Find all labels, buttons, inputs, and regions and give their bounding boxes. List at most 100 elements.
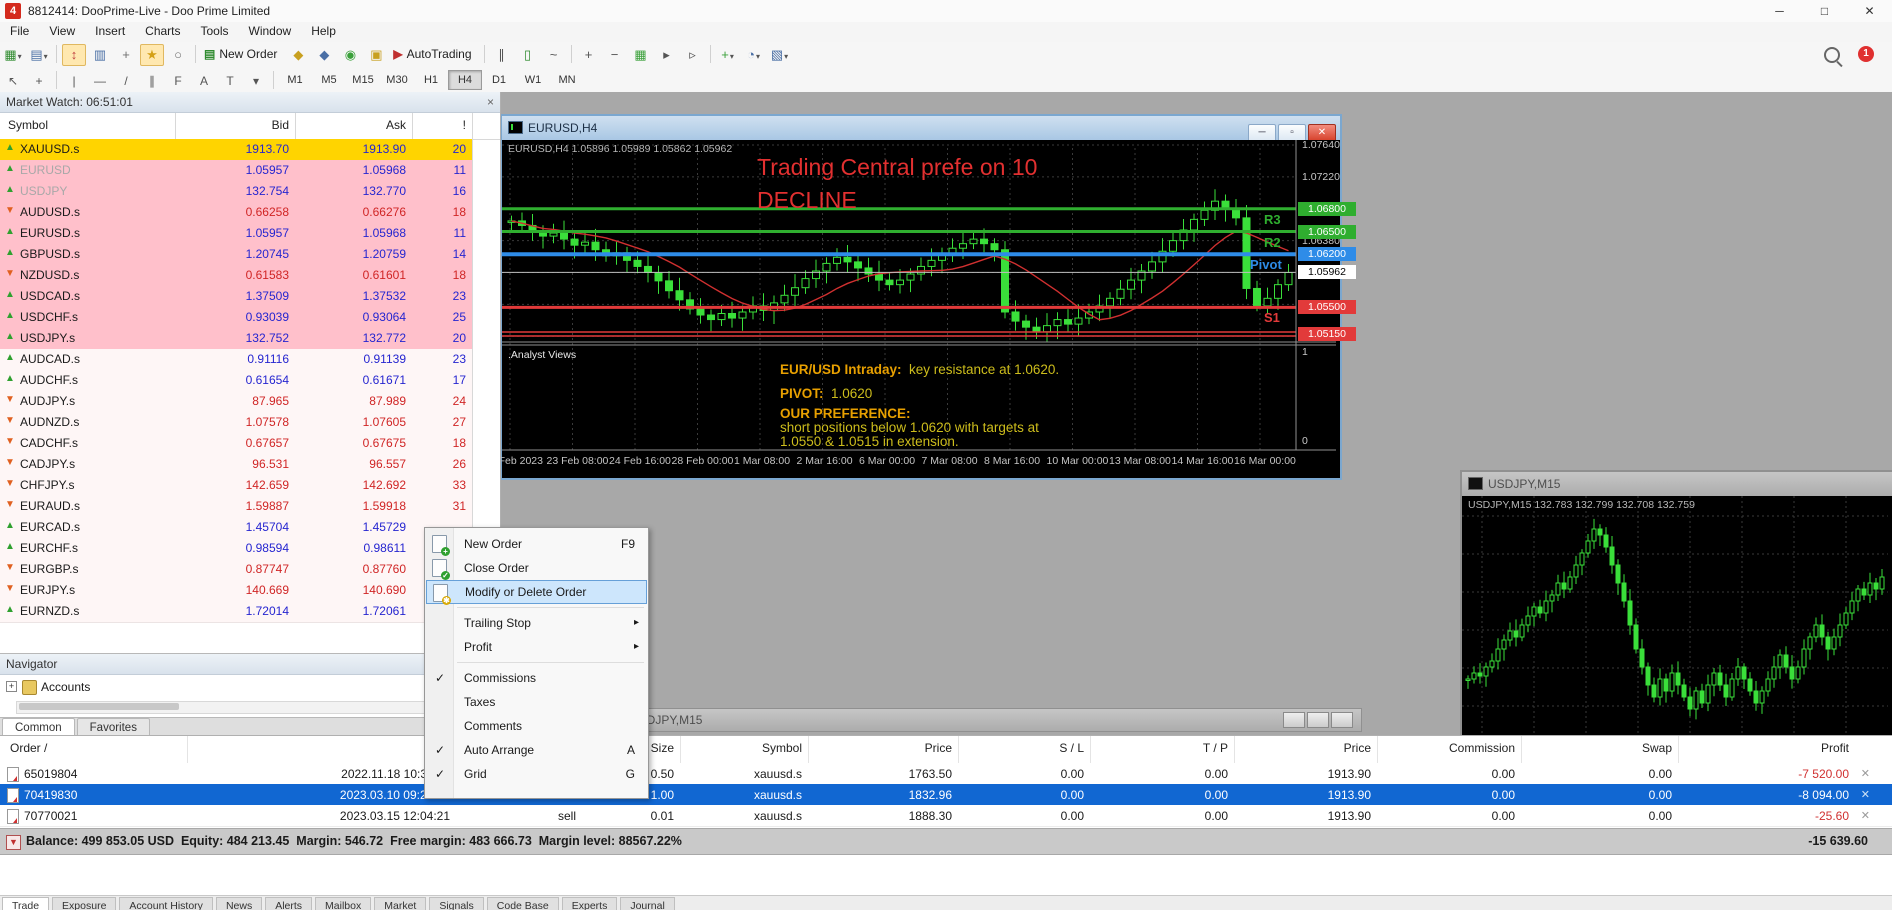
- market-watch-row-euraud.s[interactable]: ▼EURAUD.s1.598871.5991831: [0, 496, 472, 518]
- autotrading-button[interactable]: ▶AutoTrading: [391, 44, 477, 64]
- zoom-in-icon[interactable]: +: [577, 44, 601, 66]
- bar-chart-mode-icon[interactable]: ∥: [490, 44, 514, 66]
- column-header-commission[interactable]: Commission: [1449, 741, 1515, 755]
- context-item-comments[interactable]: Comments: [426, 714, 647, 738]
- market-watch-row-eurgbp.s[interactable]: ▼EURGBP.s0.877470.87760: [0, 559, 472, 581]
- context-item-grid[interactable]: ✓GridG: [426, 762, 647, 786]
- fibonacci-tool-icon[interactable]: F: [166, 70, 190, 92]
- context-item-auto-arrange[interactable]: ✓Auto ArrangeA: [426, 738, 647, 762]
- column-header-symbol[interactable]: Symbol: [762, 741, 802, 755]
- templates-icon[interactable]: ▧▾: [768, 44, 792, 66]
- options-icon[interactable]: ▣: [364, 44, 388, 66]
- shapes-dropdown-icon[interactable]: ▾: [244, 70, 268, 92]
- market-watch-row-eurusd[interactable]: ▲EURUSD1.059571.0596811: [0, 160, 472, 182]
- market-watch-row-audcad.s[interactable]: ▲AUDCAD.s0.911160.9113923: [0, 349, 472, 371]
- menu-insert[interactable]: Insert: [85, 22, 135, 40]
- horizontal-line-tool-icon[interactable]: —: [88, 70, 112, 92]
- line-chart-mode-icon[interactable]: ~: [542, 44, 566, 66]
- periods-icon[interactable]: ◔▾: [742, 44, 766, 66]
- maximize-button[interactable]: □: [1802, 0, 1847, 22]
- market-watch-titlebar[interactable]: Market Watch: 06:51:01 ×: [0, 92, 500, 113]
- auto-scroll-icon[interactable]: ▸: [655, 44, 679, 66]
- timeframe-h1[interactable]: H1: [414, 70, 448, 90]
- context-item-close-order[interactable]: ✓Close Order: [426, 556, 647, 580]
- profiles-icon[interactable]: ▤▾: [27, 44, 51, 66]
- new-order-button[interactable]: ▤New Order: [202, 44, 283, 64]
- usdjpy-window-titlebar[interactable]: USDJPY,M15: [1462, 472, 1892, 496]
- column-header-price[interactable]: Price: [1344, 741, 1371, 755]
- timeframe-m30[interactable]: M30: [380, 70, 414, 90]
- close-icon[interactable]: ×: [487, 95, 494, 109]
- timeframe-w1[interactable]: W1: [516, 70, 550, 90]
- market-watch-row-eurchf.s[interactable]: ▲EURCHF.s0.985940.98611: [0, 538, 472, 560]
- context-item-commissions[interactable]: ✓Commissions: [426, 666, 647, 690]
- minimize-button[interactable]: ─: [1757, 0, 1802, 22]
- timeframe-m1[interactable]: M1: [278, 70, 312, 90]
- market-watch-row-chfjpy.s[interactable]: ▼CHFJPY.s142.659142.69233: [0, 475, 472, 497]
- window-restore-button[interactable]: [1307, 712, 1329, 728]
- market-watch-row-audchf.s[interactable]: ▲AUDCHF.s0.616540.6167117: [0, 370, 472, 392]
- eurusd-window-titlebar[interactable]: EURUSD,H4─▫✕: [502, 116, 1340, 140]
- signals-icon[interactable]: ◉: [338, 44, 362, 66]
- tree-expand-icon[interactable]: +: [6, 681, 17, 692]
- close-order-icon[interactable]: ✕: [1861, 809, 1870, 822]
- market-watch-row-audusd.s[interactable]: ▼AUDUSD.s0.662580.6627618: [0, 202, 472, 224]
- publish-icon[interactable]: ◆: [286, 44, 310, 66]
- market-watch-row-eurusd.s[interactable]: ▲EURUSD.s1.059571.0596811: [0, 223, 472, 245]
- column-header-spread[interactable]: !: [463, 118, 466, 132]
- context-item-new-order[interactable]: +New OrderF9: [426, 532, 647, 556]
- window-minimize-button[interactable]: [1283, 712, 1305, 728]
- timeframe-d1[interactable]: D1: [482, 70, 516, 90]
- close-order-icon[interactable]: ✕: [1861, 767, 1870, 780]
- context-item-taxes[interactable]: Taxes: [426, 690, 647, 714]
- order-row-70419830[interactable]: 704198302023.03.10 09:26:15sell1.00xauus…: [0, 784, 1892, 806]
- search-icon[interactable]: [1824, 47, 1840, 63]
- timeframe-m5[interactable]: M5: [312, 70, 346, 90]
- terminal-tab-mailbox[interactable]: Mailbox: [315, 897, 371, 910]
- market-watch-row-audnzd.s[interactable]: ▼AUDNZD.s1.075781.0760527: [0, 412, 472, 434]
- market-watch-row-usdjpy.s[interactable]: ▲USDJPY.s132.752132.77220: [0, 328, 472, 350]
- text-tool-icon[interactable]: A: [192, 70, 216, 92]
- market-watch-row-xauusd.s[interactable]: ▲XAUUSD.s1913.701913.9020: [0, 139, 472, 161]
- menu-file[interactable]: File: [0, 22, 39, 40]
- tile-windows-icon[interactable]: ▦: [629, 44, 653, 66]
- timeframe-mn[interactable]: MN: [550, 70, 584, 90]
- context-item-modify-or-delete-order[interactable]: ✱Modify or Delete Order: [426, 580, 647, 604]
- app-titlebar[interactable]: 4 8812414: DooPrime-Live - Doo Prime Lim…: [0, 0, 1892, 23]
- terminal-tab-news[interactable]: News: [216, 897, 262, 910]
- order-row-65019804[interactable]: 650198042022.11.18 10:3sell0.50xauusd.s1…: [0, 763, 1892, 785]
- indicators-icon[interactable]: +▾: [716, 44, 740, 66]
- notifications-badge[interactable]: 1: [1858, 46, 1874, 62]
- new-chart-icon[interactable]: ▦▾: [1, 44, 25, 66]
- market-watch-row-usdchf.s[interactable]: ▲USDCHF.s0.930390.9306425: [0, 307, 472, 329]
- terminal-tab-signals[interactable]: Signals: [429, 897, 483, 910]
- terminal-tab-exposure[interactable]: Exposure: [52, 897, 116, 910]
- chart-shift-icon[interactable]: ▹: [681, 44, 705, 66]
- column-header-symbol[interactable]: Symbol: [8, 118, 48, 132]
- column-header-bid[interactable]: Bid: [272, 118, 289, 132]
- terminal-tab-alerts[interactable]: Alerts: [265, 897, 312, 910]
- market-watch-row-usdjpy[interactable]: ▲USDJPY132.754132.77016: [0, 181, 472, 203]
- context-item-profit[interactable]: Profit▸: [426, 635, 647, 659]
- navigator-toggle-icon[interactable]: +: [114, 44, 138, 66]
- menu-help[interactable]: Help: [301, 22, 346, 40]
- terminal-tab-code-base[interactable]: Code Base: [487, 897, 559, 910]
- market-watch-row-gbpusd.s[interactable]: ▲GBPUSD.s1.207451.2075914: [0, 244, 472, 266]
- terminal-tab-experts[interactable]: Experts: [562, 897, 618, 910]
- market-watch-row-nzdusd.s[interactable]: ▼NZDUSD.s0.615830.6160118: [0, 265, 472, 287]
- market-watch-row-cadjpy.s[interactable]: ▼CADJPY.s96.53196.55726: [0, 454, 472, 476]
- market-watch-row-usdcad.s[interactable]: ▲USDCAD.s1.375091.3753223: [0, 286, 472, 308]
- timeframe-h4[interactable]: H4: [448, 70, 482, 90]
- market-watch-row-cadchf.s[interactable]: ▼CADCHF.s0.676570.6767518: [0, 433, 472, 455]
- terminal-tab-journal[interactable]: Journal: [620, 897, 674, 910]
- menu-charts[interactable]: Charts: [135, 22, 190, 40]
- column-header-profit[interactable]: Profit: [1821, 741, 1849, 755]
- terminal-tab-market[interactable]: Market: [374, 897, 426, 910]
- close-button[interactable]: ✕: [1847, 0, 1892, 22]
- timeframe-m15[interactable]: M15: [346, 70, 380, 90]
- channel-tool-icon[interactable]: ∥: [140, 70, 164, 92]
- favorites-icon[interactable]: ★: [140, 44, 164, 66]
- data-window-toggle-icon[interactable]: ▥: [88, 44, 112, 66]
- order-row-70770021[interactable]: 707700212023.03.15 12:04:21sell0.01xauus…: [0, 805, 1892, 827]
- terminal-tab-trade[interactable]: Trade: [2, 897, 49, 910]
